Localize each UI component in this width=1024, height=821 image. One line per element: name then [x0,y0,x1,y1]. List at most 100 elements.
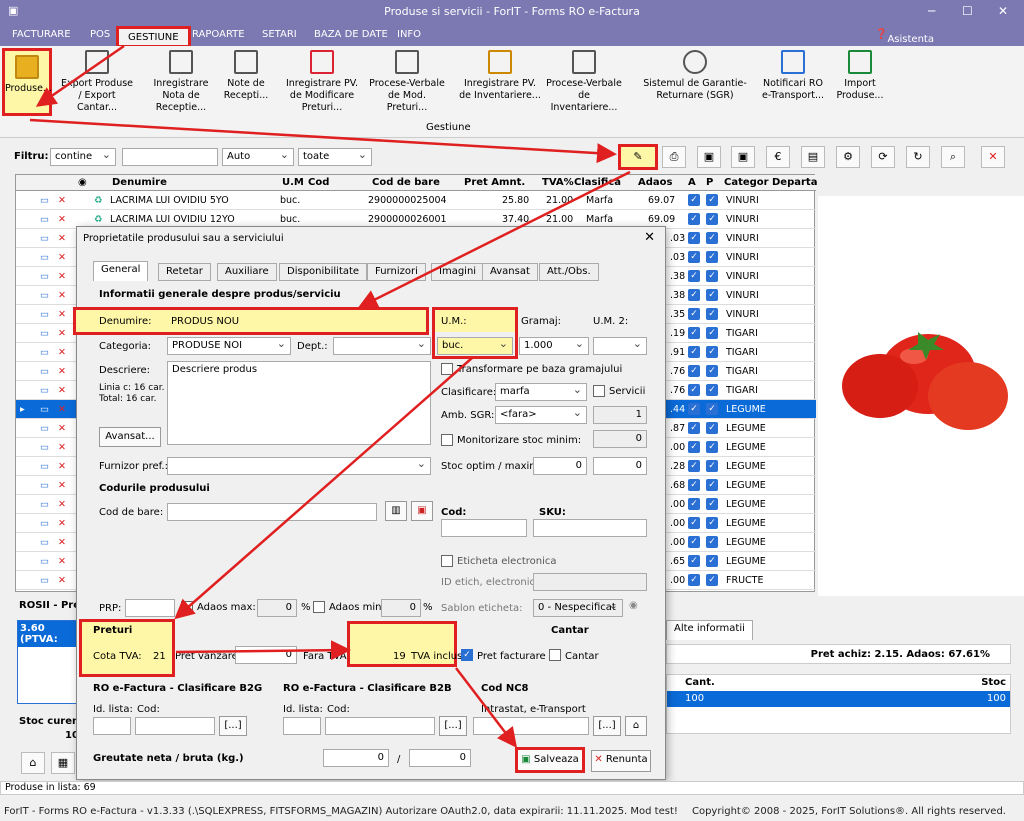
pos-checkbox[interactable]: ✓ [706,479,718,491]
details-icon[interactable]: ▭ [40,271,49,282]
active-checkbox[interactable]: ✓ [688,346,700,358]
delete-icon[interactable]: ✕ [58,214,66,225]
avansat-button[interactable]: Avansat... [99,427,161,447]
details-icon[interactable]: ▭ [40,537,49,548]
view-icon[interactable]: ◉ [629,600,638,611]
adaos-max-checkbox[interactable] [181,601,193,613]
barcode-button[interactable]: ▥ [385,501,407,521]
delete-icon[interactable]: ✕ [58,309,66,320]
delete-icon[interactable]: ✕ [58,556,66,567]
active-checkbox[interactable]: ✓ [688,403,700,415]
nota-receptie-button[interactable]: Inregistrare Nota de Receptie... [142,50,220,114]
details-icon[interactable]: ▭ [40,404,49,415]
active-checkbox[interactable]: ✓ [688,536,700,548]
eticheta-checkbox[interactable] [441,555,453,567]
prp-input[interactable] [125,599,175,617]
tools-button[interactable]: ⚙ [836,146,860,168]
nc8-lookup-button[interactable]: ⌂ [625,716,647,736]
active-checkbox[interactable]: ✓ [688,308,700,320]
menu-baza-de-date[interactable]: BAZA DE DATE [314,29,388,40]
pos-checkbox[interactable]: ✓ [706,536,718,548]
note-receptie-button[interactable]: Note de Recepti... [222,50,270,102]
pos-checkbox[interactable]: ✓ [706,213,718,225]
adaos-min-input[interactable]: 0 [381,599,421,617]
adaos-max-input[interactable]: 0 [257,599,297,617]
greutate-bruta-input[interactable]: 0 [409,749,471,767]
pos-checkbox[interactable]: ✓ [706,365,718,377]
active-checkbox[interactable]: ✓ [688,517,700,529]
delete-icon[interactable]: ✕ [58,290,66,301]
pos-checkbox[interactable]: ✓ [706,441,718,453]
delete-icon[interactable]: ✕ [58,518,66,529]
pos-checkbox[interactable]: ✓ [706,289,718,301]
active-checkbox[interactable]: ✓ [688,422,700,434]
details-icon[interactable]: ▭ [40,480,49,491]
active-checkbox[interactable]: ✓ [688,365,700,377]
delete-icon[interactable]: ✕ [58,252,66,263]
edit-product-button[interactable]: ✎ [618,144,658,170]
delete-icon[interactable]: ✕ [58,537,66,548]
delete-icon[interactable]: ✕ [58,347,66,358]
um2-select[interactable] [593,337,647,355]
menu-facturare[interactable]: FACTURARE [12,29,71,40]
stoc-maxim-input[interactable]: 0 [593,457,647,475]
details-icon[interactable]: ▭ [40,385,49,396]
save-red-button[interactable]: ▣ [697,146,721,168]
delete-icon[interactable]: ✕ [58,423,66,434]
tab-auxiliare[interactable]: Auxiliare [217,263,277,281]
procese-inv-button[interactable]: Procese-Verbale de Inventariere... [544,50,624,114]
tab-att-obs[interactable]: Att./Obs. [539,263,599,281]
search-button[interactable]: ⌕ [941,146,965,168]
produse-button[interactable]: Produse... [2,48,52,116]
cod-bare-input[interactable] [167,503,377,521]
active-checkbox[interactable]: ✓ [688,498,700,510]
delete-icon[interactable]: ✕ [58,366,66,377]
clipboard-button[interactable]: ▤ [801,146,825,168]
pos-checkbox[interactable]: ✓ [706,517,718,529]
delete-icon[interactable]: ✕ [58,442,66,453]
tab-alte-informatii[interactable]: Alte informatii [666,620,753,640]
active-checkbox[interactable]: ✓ [688,213,700,225]
dialog-close-icon[interactable]: ✕ [644,230,655,245]
filter-mode-select[interactable]: contine [50,148,116,166]
sgr-select[interactable]: <fara> [495,406,587,424]
details-icon[interactable]: ▭ [40,499,49,510]
details-icon[interactable]: ▭ [40,233,49,244]
active-checkbox[interactable]: ✓ [688,555,700,567]
details-icon[interactable]: ▭ [40,214,49,225]
details-icon[interactable]: ▭ [40,518,49,529]
adaos-min-checkbox[interactable] [313,601,325,613]
transformare-checkbox[interactable] [441,363,453,375]
pos-checkbox[interactable]: ✓ [706,498,718,510]
delete-icon[interactable]: ✕ [58,404,66,415]
b2g-browse-button[interactable]: [...] [219,716,247,736]
cantar-checkbox[interactable] [549,649,561,661]
tab-furnizori[interactable]: Furnizori [367,263,426,281]
pos-checkbox[interactable]: ✓ [706,384,718,396]
details-icon[interactable]: ▭ [40,347,49,358]
pos-checkbox[interactable]: ✓ [706,346,718,358]
tab-disponibilitate[interactable]: Disponibilitate [279,263,368,281]
furnizor-select[interactable] [167,457,431,475]
categoria-select[interactable]: PRODUSE NOI [167,337,291,355]
pret-facturare-checkbox[interactable]: ✓ [461,649,473,661]
pos-checkbox[interactable]: ✓ [706,327,718,339]
tab-imagini[interactable]: Imagini [431,263,485,281]
gramaj-select[interactable]: 1.000 [519,337,589,355]
pos-checkbox[interactable]: ✓ [706,574,718,586]
details-icon[interactable]: ▭ [40,366,49,377]
pos-checkbox[interactable]: ✓ [706,232,718,244]
minimize-icon[interactable]: ─ [928,4,935,18]
salveaza-button[interactable]: ▣ Salveaza [515,747,585,773]
stoc-optim-input[interactable]: 0 [533,457,587,475]
export-button[interactable]: Export Produse / Export Cantar... [58,50,136,114]
renunta-button[interactable]: ✕ Renunta [591,750,651,772]
lower-tool-button[interactable]: ⌂ [21,752,45,774]
details-icon[interactable]: ▭ [40,575,49,586]
delete-icon[interactable]: ✕ [58,385,66,396]
active-checkbox[interactable]: ✓ [688,327,700,339]
active-checkbox[interactable]: ✓ [688,574,700,586]
sgr-button[interactable]: Sistemul de Garantie-Returnare (SGR) [640,50,750,102]
import-button[interactable]: Import Produse... [832,50,888,102]
pos-checkbox[interactable]: ✓ [706,460,718,472]
